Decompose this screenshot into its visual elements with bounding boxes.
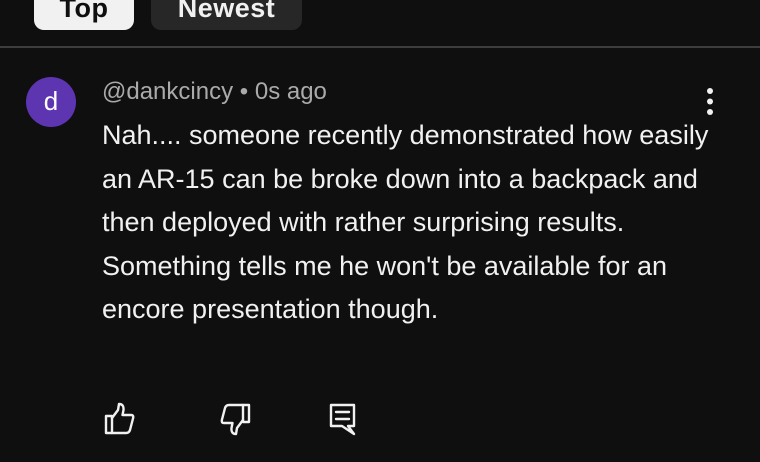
- meta-separator: •: [233, 78, 255, 105]
- avatar-letter: d: [43, 86, 59, 116]
- thumbs-down-icon: [220, 403, 251, 436]
- comment-meta: @dankcincy • 0s ago: [102, 78, 327, 106]
- comment-actions: [0, 395, 760, 445]
- filter-chip-newest[interactable]: Newest: [151, 0, 302, 30]
- comment-reply-icon: [329, 403, 356, 436]
- comment-time: 0s ago: [254, 78, 327, 105]
- comment-text: Nah.... someone recently demonstrated ho…: [102, 120, 709, 324]
- author-handle[interactable]: @dankcincy: [102, 78, 233, 105]
- divider: [0, 46, 760, 48]
- avatar[interactable]: d: [26, 77, 76, 127]
- reply-button[interactable]: [322, 399, 362, 439]
- dislike-button[interactable]: [216, 399, 256, 439]
- filter-chip-top[interactable]: Top: [34, 0, 134, 30]
- filter-chips: Top Newest: [0, 0, 760, 48]
- thumbs-up-icon: [104, 402, 135, 435]
- like-button[interactable]: [99, 399, 139, 439]
